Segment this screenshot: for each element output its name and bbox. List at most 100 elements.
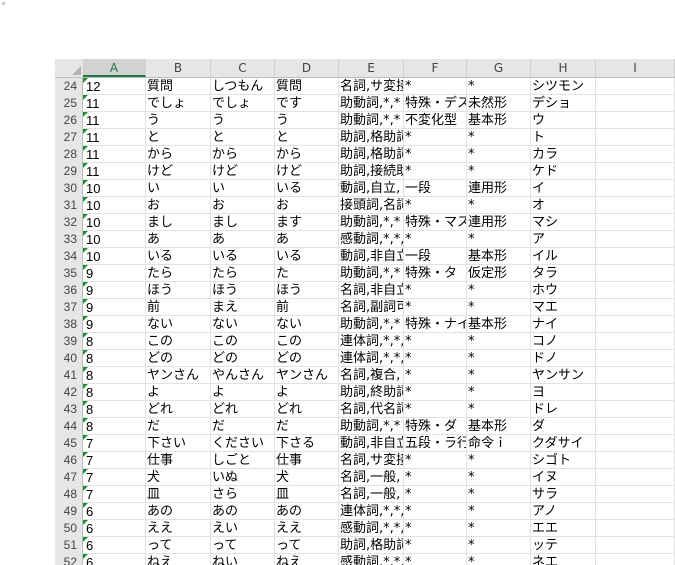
- cell-a[interactable]: 8: [83, 333, 146, 350]
- cell-h[interactable]: クダサイ: [531, 435, 596, 452]
- cell-b[interactable]: 前: [146, 299, 211, 316]
- cell-a[interactable]: 7: [83, 469, 146, 486]
- cell-h[interactable]: コノ: [531, 333, 596, 350]
- cell-c[interactable]: お: [211, 197, 275, 214]
- cell-b[interactable]: ええ: [146, 520, 211, 537]
- cell-d[interactable]: どの: [275, 350, 339, 367]
- cell-c[interactable]: ない: [211, 316, 275, 333]
- cell-i[interactable]: [596, 265, 675, 282]
- cell-b[interactable]: う: [146, 112, 211, 129]
- cell-i[interactable]: [596, 112, 675, 129]
- cell-a[interactable]: 7: [83, 435, 146, 452]
- cell-h[interactable]: サラ: [531, 486, 596, 503]
- cell-i[interactable]: [596, 435, 675, 452]
- cell-h[interactable]: シゴト: [531, 452, 596, 469]
- cell-h[interactable]: ヤンサン: [531, 367, 596, 384]
- cell-c[interactable]: って: [211, 537, 275, 554]
- cell-h[interactable]: マシ: [531, 214, 596, 231]
- row-header[interactable]: 46: [55, 452, 83, 469]
- cell-b[interactable]: ほう: [146, 282, 211, 299]
- cell-e[interactable]: 助動詞,*,*: [339, 316, 404, 333]
- cell-e[interactable]: 動詞,非自立: [339, 435, 404, 452]
- cell-h[interactable]: カラ: [531, 146, 596, 163]
- cell-c[interactable]: どれ: [211, 401, 275, 418]
- cell-d[interactable]: けど: [275, 163, 339, 180]
- cell-f[interactable]: 特殊・デス: [404, 95, 467, 112]
- cell-i[interactable]: [596, 503, 675, 520]
- cell-d[interactable]: から: [275, 146, 339, 163]
- cell-a[interactable]: 11: [83, 146, 146, 163]
- cell-g[interactable]: *: [467, 333, 531, 350]
- cell-h[interactable]: イ: [531, 180, 596, 197]
- column-header-e[interactable]: E: [339, 59, 404, 77]
- cell-b[interactable]: たら: [146, 265, 211, 282]
- row-header[interactable]: 49: [55, 503, 83, 520]
- cell-b[interactable]: この: [146, 333, 211, 350]
- cell-b[interactable]: だ: [146, 418, 211, 435]
- cell-a[interactable]: 12: [83, 78, 146, 95]
- cell-f[interactable]: 不変化型: [404, 112, 467, 129]
- cell-g[interactable]: *: [467, 469, 531, 486]
- row-header[interactable]: 44: [55, 418, 83, 435]
- cell-e[interactable]: 名詞,代名詞: [339, 401, 404, 418]
- cell-g[interactable]: 基本形: [467, 418, 531, 435]
- row-header[interactable]: 25: [55, 95, 83, 112]
- cell-d[interactable]: ヤンさん: [275, 367, 339, 384]
- row-header[interactable]: 24: [55, 78, 83, 95]
- cell-f[interactable]: 特殊・マス: [404, 214, 467, 231]
- cell-e[interactable]: 助動詞,*,*: [339, 112, 404, 129]
- cell-h[interactable]: オ: [531, 197, 596, 214]
- cell-a[interactable]: 6: [83, 520, 146, 537]
- cell-i[interactable]: [596, 537, 675, 554]
- cell-e[interactable]: 接頭詞,名詞: [339, 197, 404, 214]
- cell-h[interactable]: ッテ: [531, 537, 596, 554]
- cell-g[interactable]: 基本形: [467, 316, 531, 333]
- cell-g[interactable]: *: [467, 163, 531, 180]
- cell-b[interactable]: 下さい: [146, 435, 211, 452]
- cell-b[interactable]: って: [146, 537, 211, 554]
- row-header[interactable]: 43: [55, 401, 83, 418]
- cell-a[interactable]: 9: [83, 316, 146, 333]
- cell-e[interactable]: 動詞,非自立: [339, 248, 404, 265]
- cell-f[interactable]: *: [404, 282, 467, 299]
- cell-a[interactable]: 10: [83, 180, 146, 197]
- cell-i[interactable]: [596, 333, 675, 350]
- cell-h[interactable]: タラ: [531, 265, 596, 282]
- cell-h[interactable]: ア: [531, 231, 596, 248]
- cell-f[interactable]: *: [404, 231, 467, 248]
- cell-g[interactable]: 連用形: [467, 214, 531, 231]
- cell-d[interactable]: よ: [275, 384, 339, 401]
- cell-c[interactable]: あの: [211, 503, 275, 520]
- cell-b[interactable]: 犬: [146, 469, 211, 486]
- cell-h[interactable]: ウ: [531, 112, 596, 129]
- cell-i[interactable]: [596, 95, 675, 112]
- cell-f[interactable]: *: [404, 78, 467, 95]
- cell-h[interactable]: ヨ: [531, 384, 596, 401]
- row-header[interactable]: 40: [55, 350, 83, 367]
- cell-c[interactable]: から: [211, 146, 275, 163]
- cell-g[interactable]: 基本形: [467, 248, 531, 265]
- cell-i[interactable]: [596, 282, 675, 299]
- row-header[interactable]: 51: [55, 537, 83, 554]
- cell-a[interactable]: 6: [83, 503, 146, 520]
- cell-g[interactable]: *: [467, 231, 531, 248]
- cell-d[interactable]: ええ: [275, 520, 339, 537]
- cell-c[interactable]: ねい: [211, 554, 275, 565]
- cell-i[interactable]: [596, 554, 675, 565]
- cell-f[interactable]: *: [404, 554, 467, 565]
- cell-e[interactable]: 連体詞,*,*,: [339, 333, 404, 350]
- cell-f[interactable]: *: [404, 503, 467, 520]
- cell-g[interactable]: *: [467, 197, 531, 214]
- cell-f[interactable]: *: [404, 146, 467, 163]
- row-header[interactable]: 26: [55, 112, 83, 129]
- cell-f[interactable]: *: [404, 333, 467, 350]
- cell-h[interactable]: デショ: [531, 95, 596, 112]
- cell-c[interactable]: ください: [211, 435, 275, 452]
- cell-d[interactable]: 前: [275, 299, 339, 316]
- row-header[interactable]: 52: [55, 554, 83, 565]
- cell-d[interactable]: 仕事: [275, 452, 339, 469]
- row-header[interactable]: 37: [55, 299, 83, 316]
- cell-c[interactable]: だ: [211, 418, 275, 435]
- cell-g[interactable]: 基本形: [467, 112, 531, 129]
- cell-i[interactable]: [596, 146, 675, 163]
